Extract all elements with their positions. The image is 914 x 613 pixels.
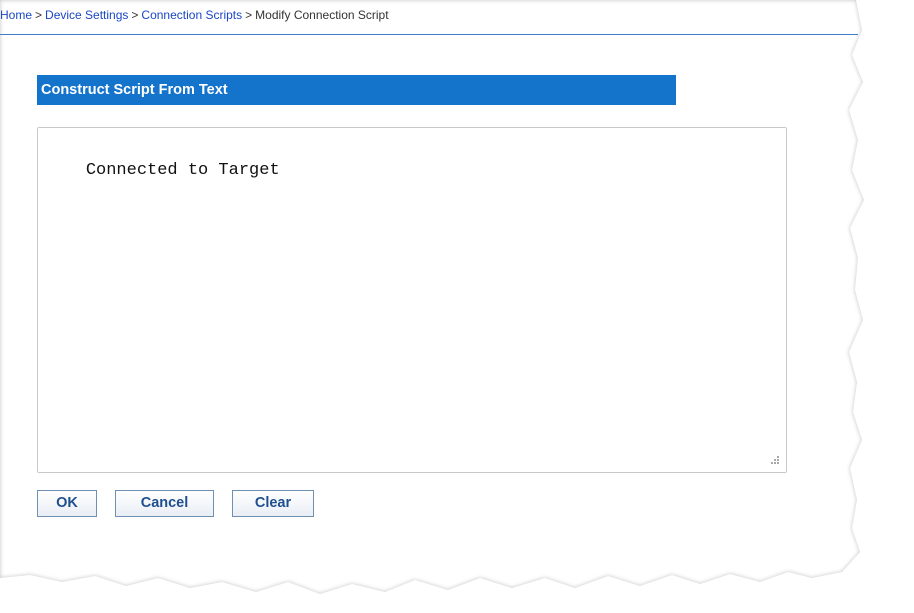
breadcrumb-separator: > <box>245 8 253 22</box>
script-text: Connected to Target <box>85 161 280 180</box>
resize-grip-icon[interactable] <box>769 454 779 464</box>
breadcrumb: Home > Device Settings > Connection Scripts >… <box>0 8 389 22</box>
breadcrumb-connection-scripts-link[interactable]: Connection Scripts <box>141 8 242 22</box>
section-header: Construct Script From Text <box>37 75 676 105</box>
breadcrumb-separator: > <box>131 8 139 22</box>
breadcrumb-current-page: Modify Connection Script <box>255 8 389 22</box>
script-textarea[interactable]: Connected to Target <box>37 127 787 473</box>
header-divider <box>0 34 858 35</box>
cancel-button[interactable]: Cancel <box>115 490 214 517</box>
ok-button[interactable]: OK <box>37 490 97 517</box>
breadcrumb-home-link[interactable]: Home <box>0 8 32 22</box>
clear-button[interactable]: Clear <box>232 490 314 517</box>
page: Home > Device Settings > Connection Scripts >… <box>0 0 914 613</box>
breadcrumb-separator: > <box>35 8 43 22</box>
breadcrumb-device-settings-link[interactable]: Device Settings <box>45 8 128 22</box>
